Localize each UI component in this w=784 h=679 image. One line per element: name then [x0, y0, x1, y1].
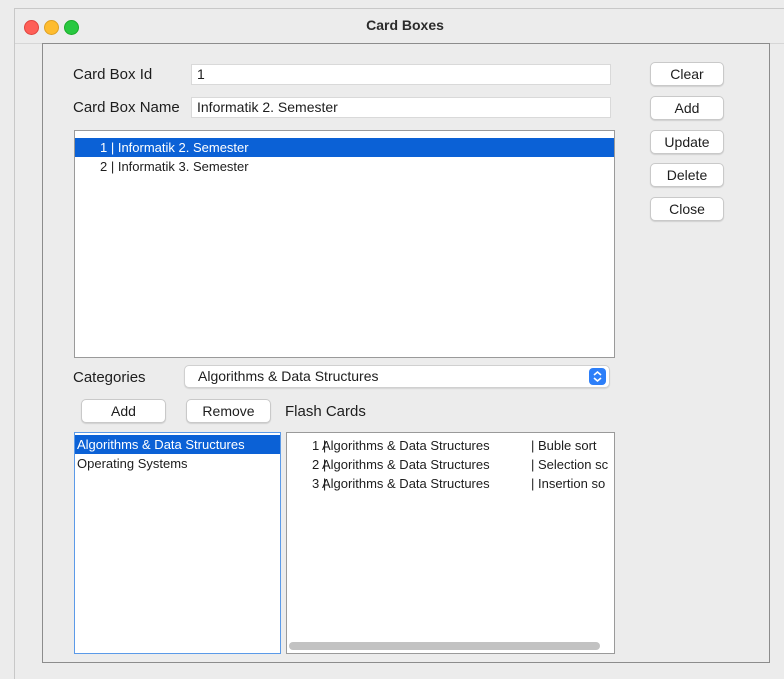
categories-select[interactable]: Algorithms & Data Structures: [184, 365, 610, 388]
card-box-list[interactable]: 1 | Informatik 2. Semester 2 | Informati…: [74, 130, 615, 358]
flash-card-list[interactable]: 1 | Algorithms & Data Structures | Buble…: [286, 432, 615, 654]
delete-button[interactable]: Delete: [650, 163, 724, 187]
remove-category-button[interactable]: Remove: [186, 399, 271, 423]
clear-button[interactable]: Clear: [650, 62, 724, 86]
card-box-list-item[interactable]: 1 | Informatik 2. Semester: [75, 138, 614, 157]
title-bar: Card Boxes: [15, 9, 784, 44]
card-box-id-field[interactable]: [191, 64, 611, 85]
window-title: Card Boxes: [366, 17, 444, 33]
card-box-id-label: Card Box Id: [73, 66, 153, 83]
card-boxes-window: Card Boxes Card Box Id Card Box Name Cle…: [14, 8, 784, 679]
card-box-list-item[interactable]: 2 | Informatik 3. Semester: [75, 157, 614, 176]
flash-card-row[interactable]: 1 | Algorithms & Data Structures | Buble…: [287, 436, 614, 455]
update-button[interactable]: Update: [650, 130, 724, 154]
close-button[interactable]: Close: [650, 197, 724, 221]
category-list[interactable]: Algorithms & Data Structures Operating S…: [74, 432, 281, 654]
flash-cards-label: Flash Cards: [285, 403, 366, 420]
category-list-item[interactable]: Algorithms & Data Structures: [75, 435, 280, 454]
flash-card-row[interactable]: 2 | Algorithms & Data Structures | Selec…: [287, 455, 614, 474]
card-box-name-label: Card Box Name: [73, 99, 180, 116]
card-box-name-field[interactable]: [191, 97, 611, 118]
add-card-box-button[interactable]: Add: [650, 96, 724, 120]
flash-card-row[interactable]: 3 | Algorithms & Data Structures | Inser…: [287, 474, 614, 493]
category-list-item[interactable]: Operating Systems: [75, 454, 280, 473]
updown-chevron-icon: [589, 368, 606, 385]
main-panel: Card Box Id Card Box Name Clear Add Upda…: [42, 43, 770, 663]
horizontal-scrollbar[interactable]: [289, 642, 600, 650]
categories-select-value: Algorithms & Data Structures: [198, 368, 379, 384]
add-category-button[interactable]: Add: [81, 399, 166, 423]
categories-label: Categories: [73, 369, 146, 386]
